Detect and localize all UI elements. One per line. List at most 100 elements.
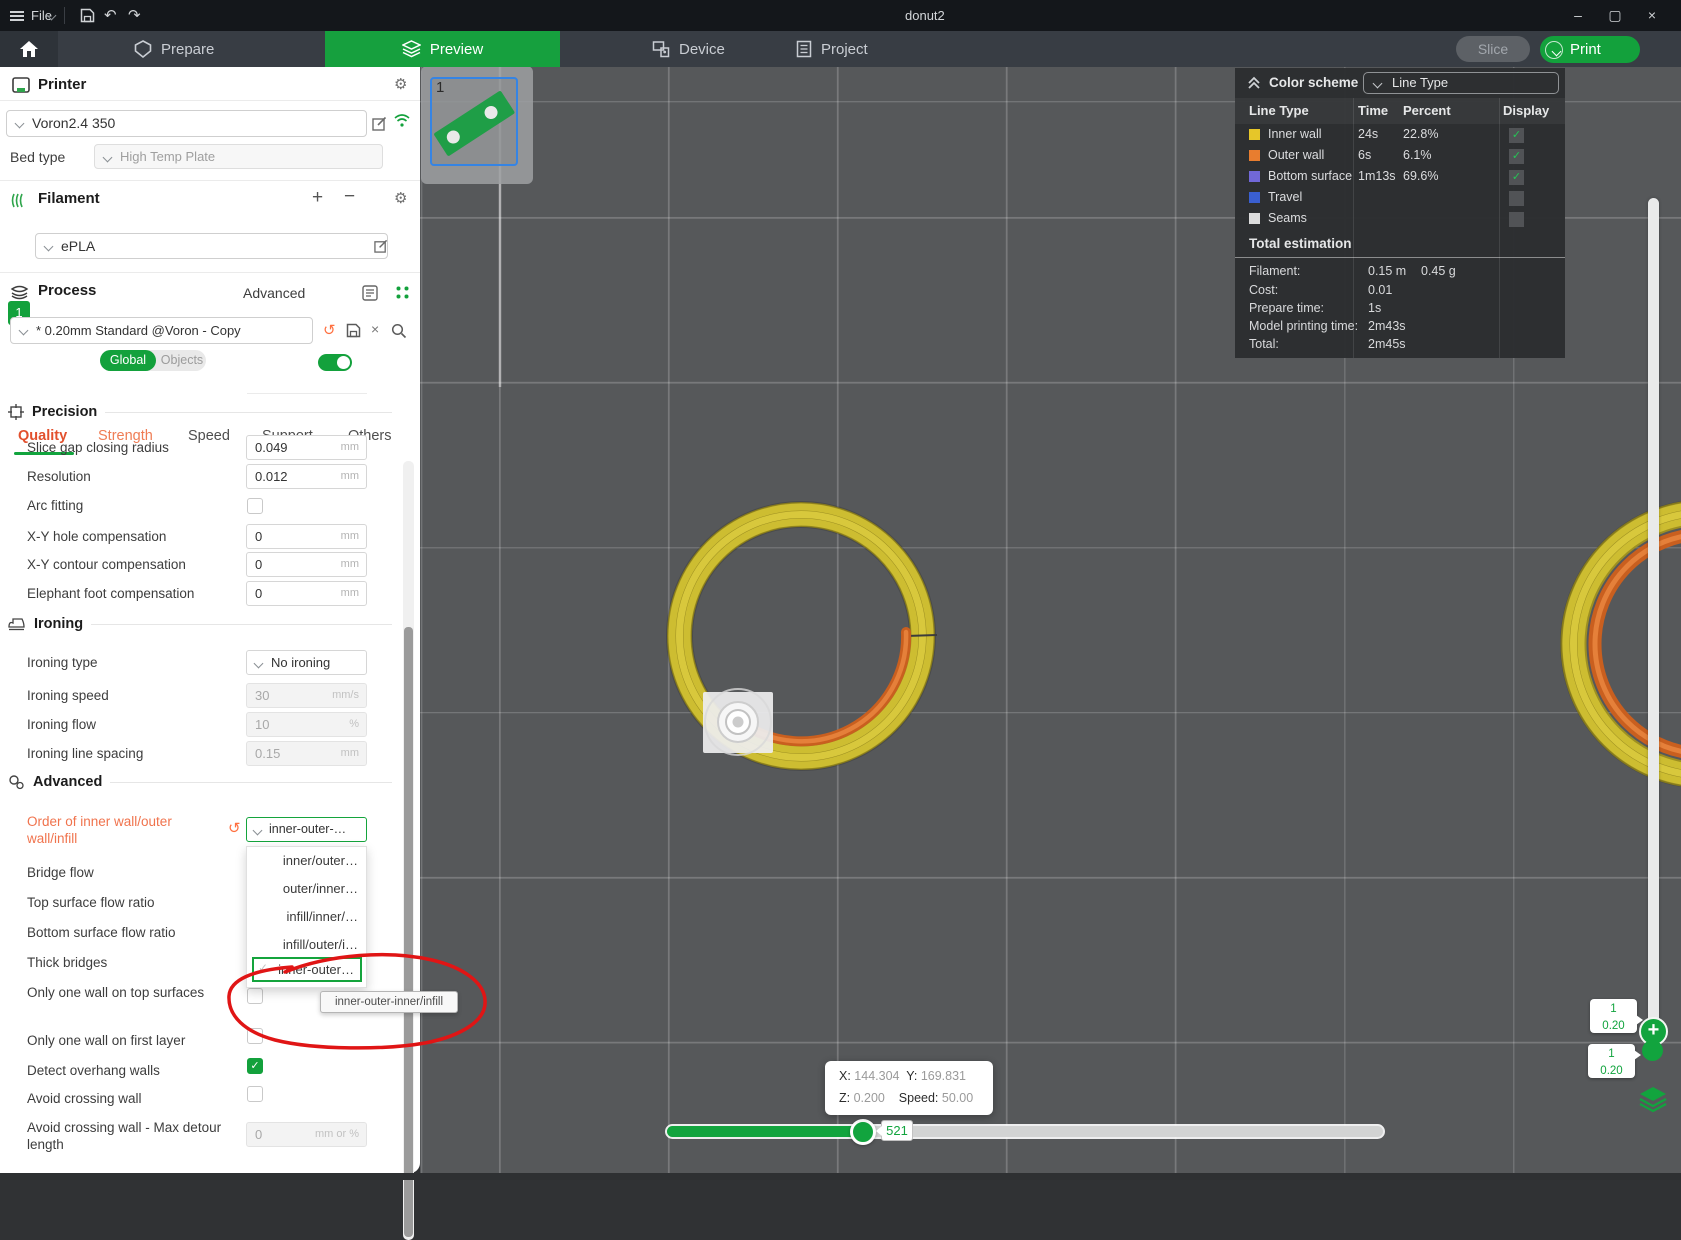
nozzle-marker	[703, 689, 773, 755]
scrollbar-thumb[interactable]	[404, 627, 413, 1237]
filament-select[interactable]: ePLA	[35, 233, 388, 259]
dropdown-option[interactable]: inner/outer…	[247, 847, 366, 875]
outer-wall-swatch	[1249, 150, 1260, 161]
ironing-spacing-input[interactable]: 0.15mm	[246, 741, 367, 766]
reset-order-icon[interactable]: ↺	[228, 819, 241, 837]
color-scheme-select[interactable]: Line Type	[1363, 72, 1559, 94]
display-checkbox[interactable]	[1509, 191, 1524, 206]
legend-row-bottom-surface: Bottom surface1m13s 69.6%	[1235, 167, 1565, 188]
legend-row-travel: Travel	[1235, 188, 1565, 209]
chevron-down-icon	[19, 326, 29, 336]
tab-project[interactable]: Project	[782, 31, 882, 67]
scope-global[interactable]: Global	[100, 350, 156, 371]
xy-contour-input[interactable]: 0mm	[246, 552, 367, 577]
tab-device[interactable]: Device	[638, 31, 739, 67]
print-dropdown-icon[interactable]	[1545, 41, 1563, 59]
tab-prepare[interactable]: Prepare	[120, 31, 228, 67]
arc-fitting-checkbox[interactable]	[247, 498, 263, 514]
printer-section-title: Printer	[38, 76, 86, 93]
menu-icon[interactable]	[10, 11, 24, 21]
param-label: Ironing flow	[27, 712, 96, 737]
timeline-slider-thumb[interactable]	[850, 1119, 876, 1145]
ironing-type-select[interactable]: No ironing	[246, 650, 367, 675]
tab-preview[interactable]: Preview	[325, 31, 560, 67]
process-scope-toggle[interactable]: Global Objects	[100, 350, 206, 371]
close-button[interactable]: ×	[1639, 0, 1665, 31]
one-wall-top-checkbox[interactable]	[247, 988, 263, 1004]
travel-swatch	[1249, 192, 1260, 203]
scope-objects[interactable]: Objects	[158, 350, 206, 371]
layer-slider-thumb[interactable]	[1642, 1040, 1663, 1061]
dropdown-option[interactable]: outer/inner…	[247, 875, 366, 903]
precision-icon	[8, 404, 24, 420]
resolution-input[interactable]: 0.012mm	[246, 464, 367, 489]
save-icon[interactable]	[80, 8, 95, 23]
legend-table-header: Line Type Time Percent Display	[1235, 98, 1565, 124]
donut-toolpath-right	[1561, 500, 1681, 788]
layer-slider-track[interactable]	[1648, 198, 1659, 1056]
display-checkbox[interactable]	[1509, 149, 1524, 164]
compare-presets-icon[interactable]	[395, 285, 410, 300]
delete-preset-icon[interactable]: ×	[371, 321, 379, 337]
prepare-icon	[134, 40, 152, 58]
display-checkbox[interactable]	[1509, 128, 1524, 143]
avoid-crossing-checkbox[interactable]	[247, 1086, 263, 1102]
preset-select[interactable]: * 0.20mm Standard @Voron - Copy	[10, 317, 313, 344]
chevron-down-icon	[254, 659, 264, 669]
maximize-button[interactable]: ▢	[1602, 0, 1628, 31]
sidebar-scrollbar[interactable]	[403, 461, 414, 1240]
search-icon[interactable]	[391, 323, 407, 339]
elephant-foot-input[interactable]: 0mm	[246, 581, 367, 606]
xy-hole-input[interactable]: 0mm	[246, 524, 367, 549]
dropdown-option-selected[interactable]: ✓ inner-outer…	[252, 957, 362, 982]
reset-preset-icon[interactable]: ↺	[323, 321, 336, 339]
order-wall-select[interactable]: inner-outer-…	[246, 817, 367, 842]
param-label: Bottom surface flow ratio	[27, 920, 176, 945]
process-section-title: Process	[38, 282, 96, 299]
redo-icon[interactable]: ↷	[128, 6, 141, 25]
param-label: Slice gap closing radius	[27, 435, 169, 460]
param-label: Avoid crossing wall - Max detour length	[27, 1119, 222, 1153]
filament-settings-gear-icon[interactable]: ⚙	[394, 189, 407, 207]
chevron-down-icon	[1373, 79, 1383, 89]
process-icon	[10, 284, 29, 301]
one-wall-first-layer-checkbox[interactable]	[247, 1028, 263, 1044]
slice-gap-input[interactable]: 0.049mm	[246, 435, 367, 460]
wifi-icon[interactable]	[393, 113, 411, 128]
printer-settings-gear-icon[interactable]: ⚙	[394, 75, 407, 93]
layers-icon[interactable]	[1638, 1085, 1668, 1113]
dropdown-option[interactable]: infill/inner/…	[247, 903, 366, 931]
check-icon: ✓	[258, 961, 268, 975]
edit-filament-icon[interactable]	[374, 239, 388, 253]
remove-filament-button[interactable]: −	[344, 186, 355, 208]
save-preset-icon[interactable]	[346, 323, 361, 338]
edit-printer-icon[interactable]	[372, 116, 387, 131]
advanced-toggle[interactable]	[318, 354, 352, 371]
list-settings-icon[interactable]	[362, 285, 378, 301]
minimize-button[interactable]: –	[1565, 0, 1591, 31]
slice-button[interactable]: Slice	[1456, 36, 1530, 62]
legend-row-seams: Seams	[1235, 209, 1565, 230]
printer-select[interactable]: Voron2.4 350	[6, 110, 367, 137]
display-checkbox[interactable]	[1509, 170, 1524, 185]
add-filament-button[interactable]: +	[312, 187, 323, 209]
bed-type-select[interactable]: High Temp Plate	[94, 144, 383, 169]
dropdown-option[interactable]: infill/outer/i…	[247, 931, 366, 959]
param-label: Only one wall on top surfaces	[27, 984, 222, 1001]
detect-overhang-checkbox[interactable]	[247, 1058, 263, 1074]
param-label: Resolution	[27, 464, 91, 489]
display-checkbox[interactable]	[1509, 212, 1524, 227]
param-label: Detect overhang walls	[27, 1058, 160, 1083]
estimation-row: Total:2m45s	[1235, 337, 1565, 355]
timeline-slider-track[interactable]	[667, 1126, 1383, 1137]
home-button[interactable]	[0, 31, 58, 67]
collapse-panel-icon[interactable]	[1247, 76, 1261, 90]
plate-thumbnail[interactable]: 1	[421, 66, 533, 184]
ironing-speed-input[interactable]: 30mm/s	[246, 683, 367, 708]
tab-speed[interactable]: Speed	[188, 428, 230, 444]
ironing-flow-input[interactable]: 10%	[246, 712, 367, 737]
max-detour-input[interactable]: 0mm or %	[246, 1122, 367, 1147]
undo-icon[interactable]: ↶	[104, 6, 117, 25]
print-button[interactable]: Print	[1540, 36, 1640, 63]
estimation-row: Filament:0.15 m0.45 g	[1235, 264, 1565, 282]
